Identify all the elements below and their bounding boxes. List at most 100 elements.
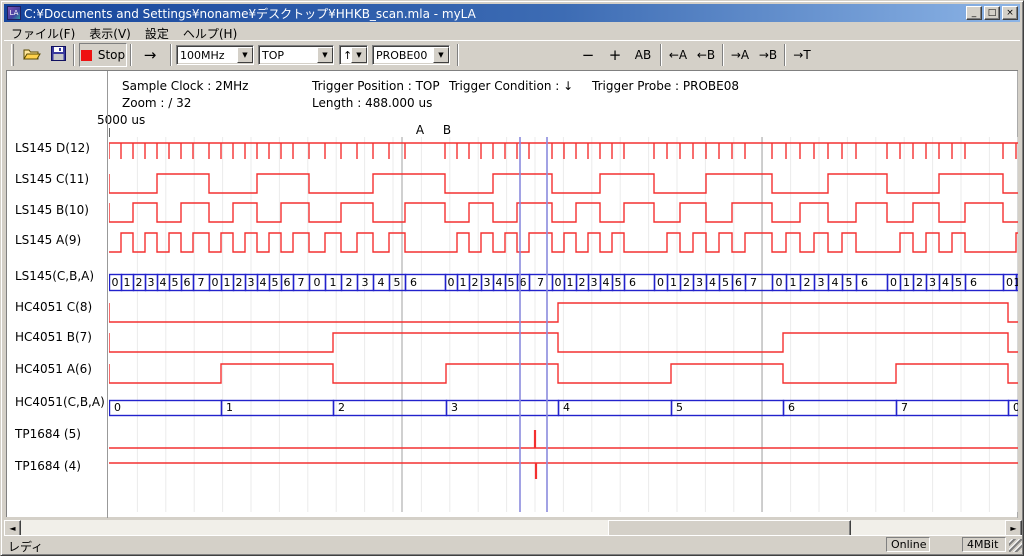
channel-label: HC4051 A(6) [15, 362, 107, 376]
waveform-panel: Sample Clock : 2MHz Trigger Position : T… [6, 70, 1018, 517]
run-button[interactable]: → [135, 43, 165, 67]
svg-text:5: 5 [955, 276, 962, 289]
channel-label: HC4051 C(8) [15, 300, 107, 314]
svg-text:2: 2 [916, 276, 923, 289]
svg-text:1: 1 [124, 276, 131, 289]
toolbar-separator [73, 44, 75, 66]
channel-label: LS145 A(9) [15, 233, 107, 247]
svg-text:3: 3 [248, 276, 255, 289]
channel-label: LS145 D(12) [15, 141, 107, 155]
svg-text:1: 1 [460, 276, 467, 289]
sample-clock-select[interactable]: 100MHz ▼ [176, 45, 254, 65]
svg-text:3: 3 [591, 276, 598, 289]
svg-text:4: 4 [260, 276, 267, 289]
svg-text:2: 2 [804, 276, 811, 289]
marker-a-label[interactable]: A [413, 123, 427, 137]
svg-text:3: 3 [696, 276, 703, 289]
menu-file[interactable]: ファイル(F) [4, 24, 82, 39]
zoom-ab-button[interactable]: AB [630, 43, 656, 67]
save-button[interactable] [46, 43, 70, 67]
app-window: LA C:¥Documents and Settings¥noname¥デスクト… [0, 0, 1024, 556]
stop-icon [81, 50, 92, 61]
menu-help[interactable]: ヘルプ(H) [176, 24, 244, 39]
zoom-out-button[interactable]: − [576, 43, 600, 67]
window-title: C:¥Documents and Settings¥noname¥デスクトップ¥… [24, 5, 964, 22]
open-folder-icon [23, 47, 41, 64]
status-ready-text: レディ [8, 538, 43, 555]
goto-trigger-button[interactable]: →T [789, 43, 815, 67]
svg-text:0: 0 [114, 401, 121, 414]
goto-marker-b-right-button[interactable]: →B [755, 43, 781, 67]
svg-text:2: 2 [346, 276, 353, 289]
goto-marker-a-left-button[interactable]: ←A [665, 43, 691, 67]
dropdown-arrow-icon[interactable]: ▼ [317, 47, 333, 63]
toolbar-separator [784, 44, 786, 66]
svg-text:0: 0 [314, 276, 321, 289]
close-button[interactable]: × [1002, 6, 1018, 20]
goto-marker-b-left-button[interactable]: ←B [693, 43, 719, 67]
svg-text:5: 5 [846, 276, 853, 289]
info-zoom: Zoom : / 32 [122, 96, 191, 110]
open-file-button[interactable] [20, 43, 44, 67]
maximize-button[interactable]: □ [984, 6, 1000, 20]
channel-label: LS145(C,B,A) [15, 269, 107, 283]
toolbar: Stop → 100MHz ▼ TOP ▼ ↑ ▼ PROBE00 ▼ − + … [4, 40, 1020, 69]
trigger-edge-select[interactable]: ↑ ▼ [339, 45, 368, 65]
svg-text:4: 4 [160, 276, 167, 289]
status-bar: レディ Online 4MBit [4, 535, 1022, 552]
menu-bar: ファイル(F) 表示(V) 設定 ヘルプ(H) [4, 23, 1020, 40]
resize-grip[interactable] [1009, 539, 1022, 552]
menu-view[interactable]: 表示(V) [82, 24, 138, 39]
trigger-probe-value: PROBE00 [373, 49, 433, 62]
svg-text:5: 5 [272, 276, 279, 289]
channel-label: TP1684 (4) [15, 459, 107, 473]
trigger-position-select[interactable]: TOP ▼ [258, 45, 334, 65]
svg-text:0: 0 [1013, 401, 1018, 414]
svg-text:7: 7 [537, 276, 544, 289]
svg-text:0: 0 [657, 276, 664, 289]
svg-text:4: 4 [563, 401, 570, 414]
svg-text:6: 6 [284, 276, 291, 289]
marker-b-label[interactable]: B [440, 123, 454, 137]
channel-label: LS145 C(11) [15, 172, 107, 186]
svg-text:1: 1 [226, 401, 233, 414]
svg-text:7: 7 [750, 276, 757, 289]
svg-text:6: 6 [629, 276, 636, 289]
svg-text:0: 0 [555, 276, 562, 289]
svg-text:0: 0 [776, 276, 783, 289]
svg-text:4: 4 [603, 276, 610, 289]
svg-text:1: 1 [1014, 276, 1019, 289]
svg-text:6: 6 [410, 276, 417, 289]
svg-text:1: 1 [224, 276, 231, 289]
waveform-plot[interactable]: 0123456701234567012345601234567012345601… [109, 137, 1018, 512]
channel-label: HC4051(C,B,A) [15, 395, 107, 409]
svg-text:0: 0 [212, 276, 219, 289]
info-trigger-position: Trigger Position : TOP [312, 79, 440, 93]
status-memory-badge: 4MBit [962, 537, 1006, 552]
dropdown-arrow-icon[interactable]: ▼ [351, 47, 367, 63]
trigger-probe-select[interactable]: PROBE00 ▼ [372, 45, 450, 65]
title-bar[interactable]: LA C:¥Documents and Settings¥noname¥デスクト… [4, 4, 1020, 22]
dropdown-arrow-icon[interactable]: ▼ [433, 47, 449, 63]
trigger-position-value: TOP [259, 49, 317, 62]
dropdown-arrow-icon[interactable]: ▼ [237, 47, 253, 63]
channel-label: TP1684 (5) [15, 427, 107, 441]
minimize-button[interactable]: _ [966, 6, 982, 20]
channel-label: LS145 B(10) [15, 203, 107, 217]
svg-text:5: 5 [676, 401, 683, 414]
svg-text:3: 3 [362, 276, 369, 289]
menu-settings[interactable]: 設定 [138, 24, 176, 39]
time-axis-tick [109, 128, 110, 137]
svg-text:6: 6 [788, 401, 795, 414]
svg-text:2: 2 [472, 276, 479, 289]
svg-text:2: 2 [236, 276, 243, 289]
svg-text:5: 5 [722, 276, 729, 289]
goto-marker-a-right-button[interactable]: →A [727, 43, 753, 67]
stop-label: Stop [98, 48, 125, 62]
stop-button[interactable]: Stop [79, 43, 127, 67]
svg-text:3: 3 [148, 276, 155, 289]
svg-text:3: 3 [484, 276, 491, 289]
svg-text:0: 0 [890, 276, 897, 289]
zoom-in-button[interactable]: + [603, 43, 627, 67]
svg-text:4: 4 [832, 276, 839, 289]
